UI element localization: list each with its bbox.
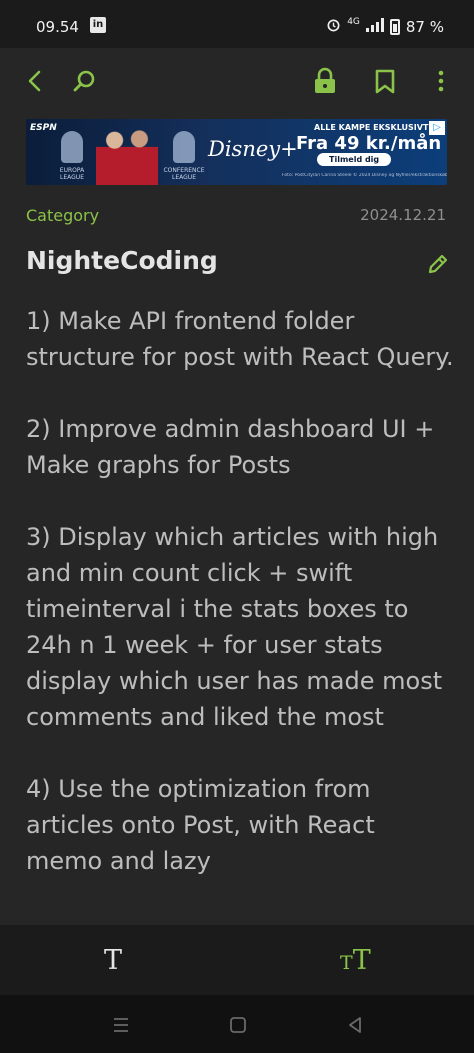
back-triangle-icon[interactable] [344,1014,366,1036]
ad-banner[interactable]: ESPN EUROPA LEAGUE CONFERENCE LEAGUE Dis… [26,119,447,185]
europa-league-label: EUROPA LEAGUE [59,167,85,181]
note-paragraph: 4) Use the optimization from articles on… [26,775,375,875]
players-image [96,121,158,185]
conference-league-trophy-icon [173,131,195,163]
conference-league-label: CONFERENCE LEAGUE [163,167,205,181]
status-time: 09.54 [36,18,79,36]
bookmark-icon[interactable] [370,66,400,96]
note-paragraph: 2) Improve admin dashboard UI + Make gra… [26,415,435,479]
text-size-big-glyph: T [352,945,371,976]
chevron-left-icon[interactable] [20,66,50,96]
disney-plus-logo: Disney+ [208,137,298,161]
text-size-small-glyph: T [340,952,353,974]
search-icon[interactable] [70,66,100,96]
home-icon[interactable] [227,1014,249,1036]
linkedin-icon: in [90,17,106,33]
top-app-bar [0,48,474,114]
signal-icon: 4G [347,16,360,27]
note-paragraph: 3) Display which articles with high and … [26,523,443,731]
note-date: 2024.12.21 [360,206,446,224]
recents-icon[interactable] [110,1014,132,1036]
ad-price: Fra 49 kr./mån [296,133,442,154]
note-body[interactable]: 1) Make API frontend folder structure fo… [26,303,454,925]
note-title: NighteCoding [26,246,218,275]
ad-fine-print: Foto: PostCity/a/i Carina Steele © 2024 … [282,173,447,178]
more-vertical-icon[interactable] [426,66,456,96]
note-category[interactable]: Category [26,206,99,225]
alarm-icon [326,17,341,36]
text-style-button[interactable]: T [104,945,122,976]
lock-icon[interactable] [310,66,340,96]
espn-logo: ESPN [30,123,57,133]
status-icons: 4G 87 % [326,17,444,36]
status-bar: 09.54 in 4G 87 % [0,0,474,48]
battery-icon [389,18,400,35]
text-size-button[interactable]: TT [340,945,371,976]
europa-league-trophy-icon [61,131,83,163]
bottom-toolbar [0,925,474,995]
ad-cta-button[interactable]: Tilmeld dig [317,153,392,166]
ad-choices-icon[interactable]: ▷ [429,121,445,135]
pencil-icon[interactable] [425,251,451,277]
note-paragraph: 1) Make API frontend folder structure fo… [26,307,454,371]
battery-percent: 87 % [405,17,444,36]
ad-headline: ALLE KAMPE EKSKLUSIVT [314,123,429,132]
signal-bars-icon [365,17,384,36]
